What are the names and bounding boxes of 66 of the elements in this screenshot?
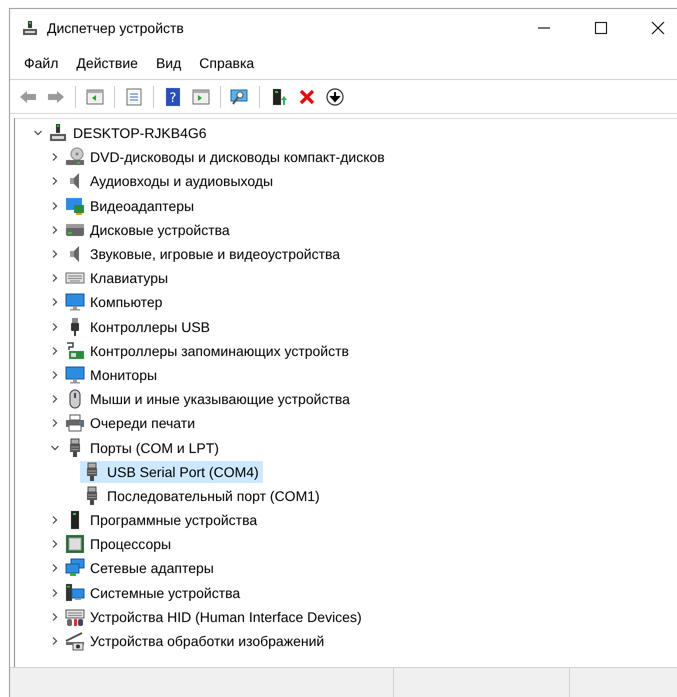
- chevron-icon[interactable]: [50, 418, 60, 428]
- tree-item[interactable]: USB Serial Port (COM4): [80, 460, 263, 483]
- hid-device-icon: [65, 606, 85, 627]
- tree-item[interactable]: DESKTOP-RJKB4G6: [46, 122, 211, 144]
- chevron-icon[interactable]: [50, 442, 60, 453]
- tree-item[interactable]: Программные устройства: [63, 509, 262, 532]
- tree-item[interactable]: Процессоры: [63, 533, 176, 556]
- chevron-icon[interactable]: [50, 176, 60, 186]
- chevron-icon[interactable]: [50, 539, 60, 550]
- chevron-icon[interactable]: [50, 636, 60, 646]
- chevron-icon[interactable]: [50, 297, 60, 308]
- tree-item[interactable]: Контроллеры запоминающих устройств: [63, 340, 353, 362]
- disc-drive-icon: [65, 147, 85, 168]
- storage-controller-icon: [65, 340, 85, 361]
- tree-item[interactable]: Компьютер: [63, 291, 166, 314]
- menu-item[interactable]: Файл: [24, 55, 58, 71]
- chevron-icon[interactable]: [50, 273, 60, 284]
- monitor-icon: [65, 364, 85, 385]
- computer-icon: [48, 123, 68, 144]
- chevron-icon[interactable]: [50, 370, 60, 380]
- tree-item[interactable]: Клавиатуры: [63, 267, 172, 290]
- chevron-icon[interactable]: [50, 612, 60, 622]
- network-monitors-icon: [65, 558, 85, 578]
- chevron-icon[interactable]: [50, 588, 60, 598]
- chevron-icon[interactable]: [50, 152, 60, 162]
- scanner-camera-icon: [65, 631, 85, 652]
- action-pane-icon[interactable]: [191, 86, 211, 106]
- tree-item[interactable]: Аудиовходы и аудиовыходы: [63, 170, 278, 192]
- tree-item[interactable]: Последовательный порт (COM1): [80, 484, 324, 507]
- printer-icon: [65, 413, 85, 434]
- chevron-icon[interactable]: [50, 515, 60, 526]
- tree-item[interactable]: DVD-дисководы и дисководы компакт-дисков: [63, 146, 389, 168]
- chevron-icon[interactable]: [50, 200, 60, 211]
- tree-item[interactable]: Устройства HID (Human Interface Devices): [63, 606, 366, 628]
- computer-icon: [22, 20, 38, 36]
- help-icon[interactable]: ?: [163, 86, 183, 106]
- tree-item[interactable]: Дисковые устройства: [63, 218, 234, 241]
- system-device-icon: [65, 582, 85, 603]
- tree-item[interactable]: Очереди печати: [63, 412, 200, 434]
- chevron-icon[interactable]: [50, 224, 60, 235]
- tree-item[interactable]: Устройства обработки изображений: [63, 630, 328, 652]
- console-pane-icon[interactable]: [85, 86, 105, 106]
- display-adapter-icon: [65, 196, 85, 216]
- monitor-icon: [65, 292, 85, 312]
- close-icon[interactable]: [651, 21, 665, 35]
- tree-item[interactable]: Контроллеры USB: [63, 316, 214, 338]
- tree-item[interactable]: Сетевые адаптеры: [63, 557, 218, 580]
- tree-item[interactable]: Видеоадаптеры: [63, 194, 198, 217]
- scan-monitor-icon[interactable]: [230, 86, 250, 106]
- chevron-icon[interactable]: [50, 249, 60, 260]
- window-title: Диспетчер устройств: [47, 20, 184, 36]
- tree-item[interactable]: Звуковые, игровые и видеоустройства: [63, 243, 344, 266]
- menu-item[interactable]: Вид: [156, 55, 182, 71]
- tree-item[interactable]: Мониторы: [63, 364, 162, 386]
- chevron-icon[interactable]: [50, 346, 60, 356]
- chevron-icon[interactable]: [50, 394, 60, 404]
- chevron-icon[interactable]: [50, 322, 60, 332]
- chip-icon: [65, 534, 85, 554]
- properties-icon[interactable]: [124, 86, 144, 106]
- tree-item[interactable]: Порты (COM и LPT): [63, 436, 223, 459]
- tree-item[interactable]: Системные устройства: [63, 582, 244, 604]
- menu-item[interactable]: Действие: [76, 55, 138, 71]
- tree-item[interactable]: Мыши и иные указывающие устройства: [63, 388, 354, 410]
- chevron-icon[interactable]: [50, 563, 60, 574]
- maximize-icon[interactable]: [594, 21, 608, 35]
- menu-item[interactable]: Справка: [199, 55, 254, 71]
